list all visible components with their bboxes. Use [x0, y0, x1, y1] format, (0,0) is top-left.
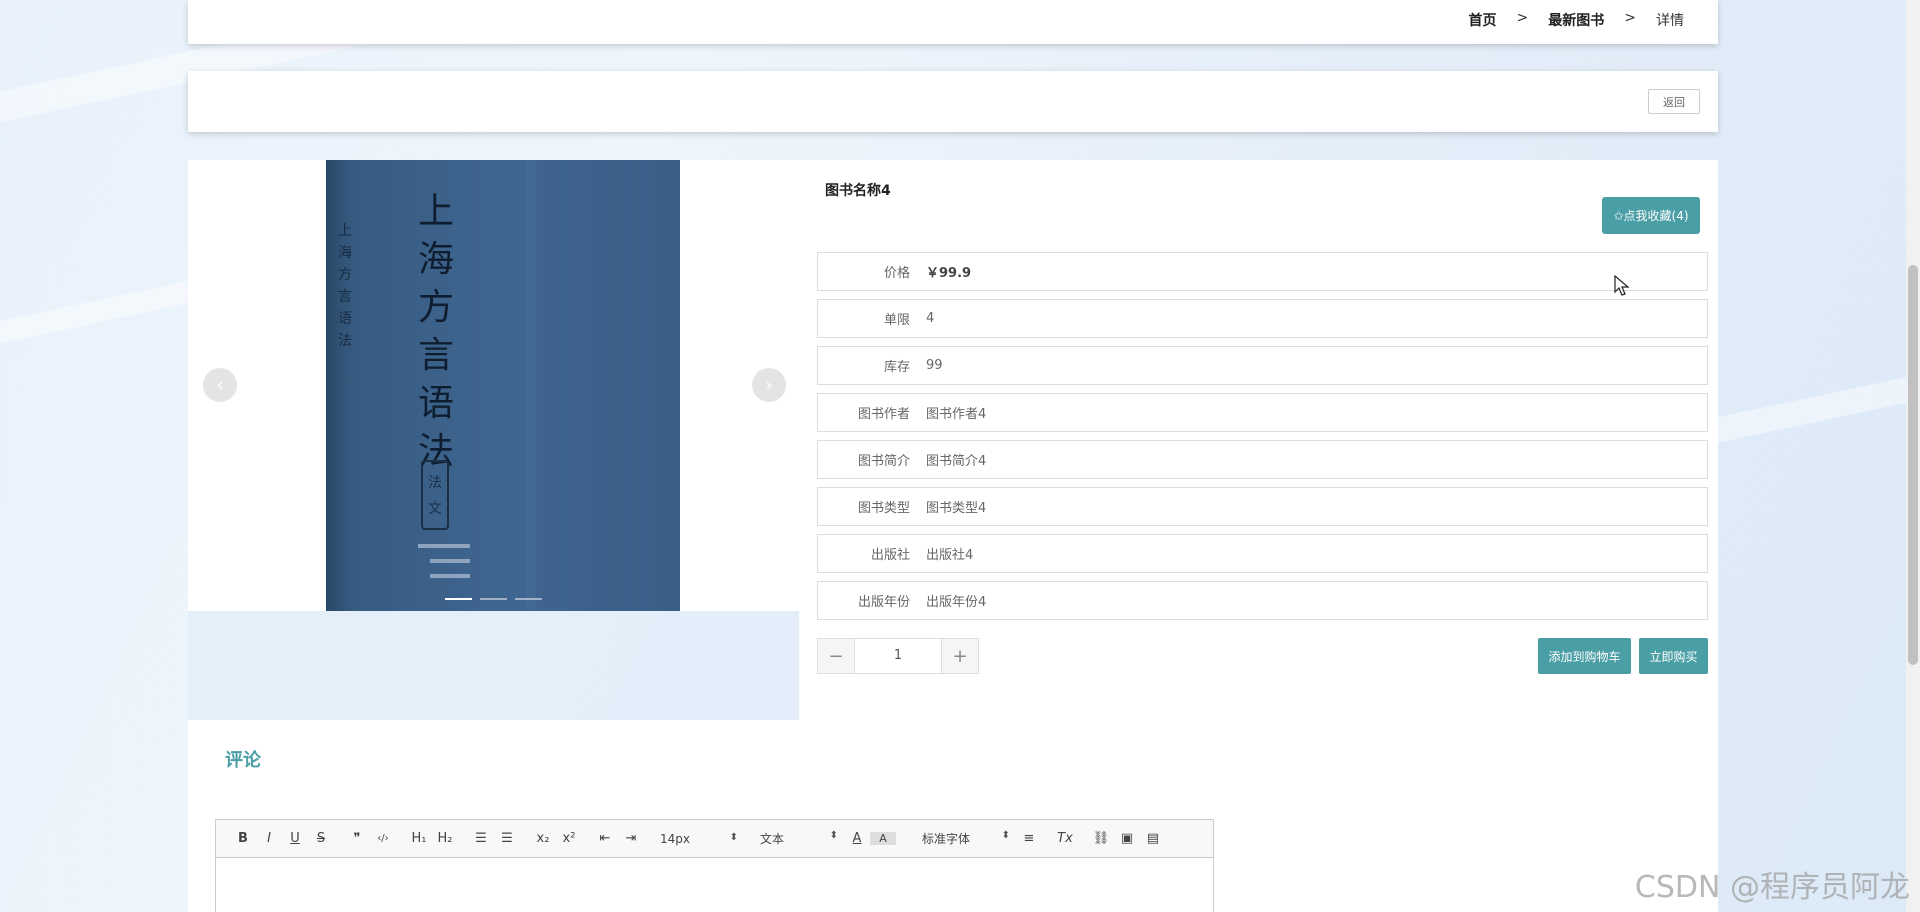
decrement-button[interactable]: −: [818, 639, 854, 673]
field-value: ￥99.9: [926, 266, 972, 281]
background-color-button[interactable]: A: [870, 832, 896, 845]
cover-credits: [418, 540, 478, 591]
back-button[interactable]: 返回: [1648, 89, 1700, 114]
book-detail: 上 海 方 言 语 法 上 海 方 言 语 法 法文 ‹ › 图书名称4 ✩点我…: [188, 160, 1718, 720]
outdent-button[interactable]: ⇤: [592, 831, 618, 846]
editor-toolbar: B I U S ❞ ‹/› H₁ H₂ ☰ ☰ x₂ x² ⇤ ⇥ 14px 文…: [216, 820, 1213, 858]
breadcrumb: 首页 > 最新图书 > 详情: [1469, 10, 1684, 30]
cover-side-text: 上 海 方 言 语 法: [338, 223, 352, 349]
video-button[interactable]: ▤: [1140, 831, 1166, 846]
field-label: 库存: [883, 360, 910, 375]
field-value: 图书作者4: [926, 407, 987, 422]
link-button[interactable]: ⛓: [1088, 831, 1114, 846]
underline-button[interactable]: U: [282, 831, 308, 846]
carousel-next-button[interactable]: ›: [752, 368, 786, 402]
increment-button[interactable]: +: [942, 639, 978, 673]
carousel-prev-button[interactable]: ‹: [203, 368, 237, 402]
field-value: 出版年份4: [926, 595, 987, 610]
field-value: 99: [926, 358, 943, 373]
book-info-panel: 图书名称4 ✩点我收藏(4) 价格 ￥99.9 单限 4 库存 99 图书作者 …: [799, 160, 1718, 720]
field-value: 4: [926, 311, 935, 326]
carousel-dot[interactable]: [515, 598, 542, 600]
field-value: 图书简介4: [926, 454, 987, 469]
superscript-button[interactable]: x²: [556, 831, 582, 846]
strike-button[interactable]: S: [308, 831, 334, 846]
code-block-button[interactable]: ‹/›: [370, 833, 396, 844]
field-label: 图书简介: [857, 454, 910, 469]
carousel-dot[interactable]: [445, 598, 472, 600]
chevron-right-icon: ›: [765, 374, 773, 396]
breadcrumb-current: 详情: [1656, 13, 1684, 29]
field-label: 价格: [883, 266, 910, 281]
field-label: 图书作者: [857, 407, 910, 422]
quantity-input[interactable]: 1: [854, 639, 942, 673]
quantity-stepper: − 1 +: [817, 638, 979, 674]
clean-format-button[interactable]: Tx: [1052, 831, 1078, 846]
header2-button[interactable]: H₂: [432, 831, 458, 846]
field-row-publisher: 出版社 出版社4: [817, 534, 1708, 573]
comments-title: 评论: [225, 750, 261, 771]
field-label: 图书类型: [857, 501, 910, 516]
carousel-dot[interactable]: [480, 598, 507, 600]
field-row-price: 价格 ￥99.9: [817, 252, 1708, 291]
breadcrumb-separator: >: [1516, 10, 1529, 26]
align-button[interactable]: ≡: [1016, 831, 1042, 846]
blockquote-button[interactable]: ❞: [344, 831, 370, 846]
comment-editor[interactable]: B I U S ❞ ‹/› H₁ H₂ ☰ ☰ x₂ x² ⇤ ⇥ 14px 文…: [215, 819, 1214, 912]
breadcrumb-bar: 首页 > 最新图书 > 详情: [188, 0, 1718, 44]
bold-button[interactable]: B: [230, 831, 256, 846]
add-to-cart-button[interactable]: 添加到购物车: [1538, 638, 1631, 674]
font-family-select[interactable]: 标准字体: [906, 830, 1016, 847]
field-row-year: 出版年份 出版年份4: [817, 581, 1708, 620]
image-carousel: 上 海 方 言 语 法 上 海 方 言 语 法 法文 ‹ ›: [188, 160, 799, 611]
field-row-summary: 图书简介 图书简介4: [817, 440, 1708, 479]
image-button[interactable]: ▣: [1114, 831, 1140, 846]
watermark: CSDN @程序员阿龙: [1634, 870, 1910, 905]
breadcrumb-separator: >: [1624, 10, 1636, 26]
carousel-spacer: [188, 611, 799, 720]
book-name: 图书名称4: [825, 183, 891, 199]
breadcrumb-home[interactable]: 首页: [1469, 10, 1497, 30]
action-bar: 返回: [188, 71, 1718, 132]
font-size-select[interactable]: 14px: [644, 832, 744, 846]
header-select[interactable]: 文本: [744, 830, 844, 847]
italic-button[interactable]: I: [256, 831, 282, 846]
field-label: 单限: [883, 313, 910, 328]
field-row-limit: 单限 4: [817, 299, 1708, 338]
cover-title: 上 海 方 言 语 法: [417, 191, 454, 472]
field-label: 出版年份: [857, 595, 910, 610]
indent-button[interactable]: ⇥: [618, 831, 644, 846]
chevron-left-icon: ‹: [216, 374, 224, 396]
buy-now-button[interactable]: 立即购买: [1639, 638, 1708, 674]
cover-credits-lines: [418, 544, 470, 578]
breadcrumb-latest-books[interactable]: 最新图书: [1548, 10, 1604, 30]
field-row-type: 图书类型 图书类型4: [817, 487, 1708, 526]
cover-label: 法文: [421, 460, 449, 530]
book-cover-image: 上 海 方 言 语 法 上 海 方 言 语 法 法文: [326, 160, 680, 611]
ordered-list-button[interactable]: ☰: [468, 831, 494, 846]
subscript-button[interactable]: x₂: [530, 831, 556, 846]
scrollbar-thumb[interactable]: [1908, 265, 1918, 665]
favorite-button[interactable]: ✩点我收藏(4): [1602, 197, 1700, 234]
field-row-author: 图书作者 图书作者4: [817, 393, 1708, 432]
field-value: 图书类型4: [926, 501, 987, 516]
cover-pattern: [526, 160, 680, 611]
field-label: 出版社: [870, 548, 910, 563]
bullet-list-button[interactable]: ☰: [494, 831, 520, 846]
text-color-button[interactable]: A: [844, 831, 870, 846]
field-value: 出版社4: [926, 548, 974, 563]
header1-button[interactable]: H₁: [406, 831, 432, 846]
carousel-indicators: [445, 598, 542, 600]
field-row-stock: 库存 99: [817, 346, 1708, 385]
comments-section: 评论 B I U S ❞ ‹/› H₁ H₂ ☰ ☰ x₂ x² ⇤ ⇥ 14p…: [188, 720, 1718, 912]
cursor-arrow-icon: [1614, 275, 1630, 296]
page-scrollbar[interactable]: [1906, 0, 1920, 912]
